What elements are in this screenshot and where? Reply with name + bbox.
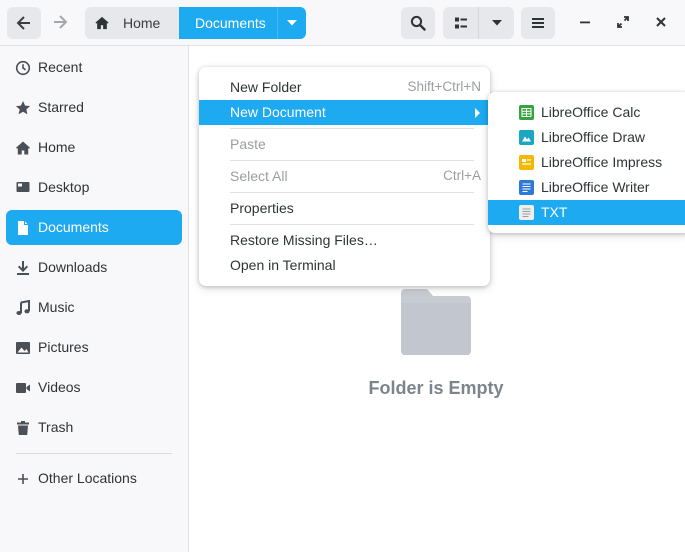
menu-item-label: Select All <box>230 168 288 184</box>
sidebar-item-label: Downloads <box>38 259 108 275</box>
back-button[interactable] <box>7 7 41 39</box>
sidebar-item-recent[interactable]: Recent <box>6 50 182 85</box>
submenu-item-libreoffice-draw[interactable]: LibreOffice Draw <box>488 125 685 150</box>
sidebar-item-label: Documents <box>38 219 109 235</box>
path-home-label: Home <box>123 15 161 31</box>
menu-item-accel: Shift+Ctrl+N <box>407 79 481 94</box>
star-icon <box>15 100 31 116</box>
sidebar-item-label: Home <box>38 139 76 155</box>
submenu-item-libreoffice-calc[interactable]: LibreOffice Calc <box>488 100 685 125</box>
view-options-icon[interactable] <box>479 7 514 39</box>
plus-icon <box>15 471 31 487</box>
video-icon <box>15 380 31 396</box>
chevron-down-icon[interactable] <box>277 7 306 39</box>
forward-icon <box>52 14 68 33</box>
text-document-icon <box>519 180 534 195</box>
menu-separator <box>230 224 474 225</box>
menu-item-label: Properties <box>230 200 294 216</box>
maximize-icon <box>617 15 629 31</box>
menu-item-new-folder[interactable]: New Folder Shift+Ctrl+N <box>199 75 490 100</box>
view-list-icon[interactable] <box>443 7 478 39</box>
search-icon <box>410 15 426 31</box>
music-icon <box>15 299 31 316</box>
submenu-arrow-icon <box>475 108 480 118</box>
sidebar-item-desktop[interactable]: Desktop <box>6 170 182 205</box>
view-toggle-group <box>443 7 514 39</box>
sidebar-item-label: Recent <box>38 59 83 75</box>
search-button[interactable] <box>401 7 435 39</box>
submenu-item-txt[interactable]: TXT <box>488 200 685 225</box>
desktop-icon <box>15 180 31 196</box>
menu-item-open-in-terminal[interactable]: Open in Terminal <box>199 253 490 278</box>
submenu-item-libreoffice-writer[interactable]: LibreOffice Writer <box>488 175 685 200</box>
menu-item-select-all[interactable]: Select All Ctrl+A <box>199 164 490 189</box>
close-icon <box>655 15 667 31</box>
empty-folder-label: Folder is Empty <box>368 378 504 398</box>
sidebar-item-label: Other Locations <box>38 470 137 486</box>
sidebar-item-trash[interactable]: Trash <box>6 410 182 445</box>
menu-item-paste[interactable]: Paste <box>199 132 490 157</box>
sidebar-item-downloads[interactable]: Downloads <box>6 250 182 285</box>
menu-item-accel: Ctrl+A <box>443 168 481 183</box>
submenu-item-label: LibreOffice Impress <box>541 154 663 170</box>
submenu-item-label: TXT <box>541 204 568 220</box>
maximize-button[interactable] <box>607 7 639 39</box>
forward-button[interactable] <box>44 7 76 39</box>
sidebar-item-label: Trash <box>38 419 74 435</box>
spreadsheet-icon <box>519 105 534 120</box>
minimize-button[interactable] <box>569 7 601 39</box>
sidebar-item-label: Videos <box>38 379 81 395</box>
sidebar-item-label: Music <box>38 299 75 315</box>
submenu-item-label: LibreOffice Draw <box>541 129 646 145</box>
menu-item-label: New Document <box>230 104 326 120</box>
menu-item-new-document[interactable]: New Document <box>199 100 490 125</box>
folder-icon <box>401 289 471 355</box>
sidebar: Recent Starred Home Desktop Documents Do… <box>0 46 189 552</box>
text-file-icon <box>519 205 534 220</box>
menu-separator <box>230 160 474 161</box>
sidebar-item-label: Starred <box>38 99 84 115</box>
header-bar: Home Documents <box>0 0 685 46</box>
submenu-item-libreoffice-impress[interactable]: LibreOffice Impress <box>488 150 685 175</box>
menu-item-label: Open in Terminal <box>230 257 336 273</box>
close-button[interactable] <box>645 7 677 39</box>
presentation-icon <box>519 155 534 170</box>
menu-separator <box>230 192 474 193</box>
main-menu-button[interactable] <box>521 7 555 39</box>
back-icon <box>16 15 32 31</box>
submenu-item-label: LibreOffice Calc <box>541 104 641 120</box>
home-icon <box>95 16 109 33</box>
drawing-icon <box>519 130 534 145</box>
trash-icon <box>15 420 31 436</box>
path-bar-home[interactable]: Home <box>85 7 179 39</box>
path-documents-label: Documents <box>195 15 266 31</box>
new-document-submenu: LibreOffice Calc LibreOffice Draw LibreO… <box>488 92 685 233</box>
menu-item-label: Paste <box>230 136 266 152</box>
submenu-item-label: LibreOffice Writer <box>541 179 650 195</box>
menu-item-restore-missing-files[interactable]: Restore Missing Files… <box>199 228 490 253</box>
document-icon <box>15 220 31 236</box>
home-icon <box>15 140 31 156</box>
sidebar-item-documents[interactable]: Documents <box>6 210 182 245</box>
path-bar-documents[interactable]: Documents <box>179 7 306 39</box>
hamburger-menu-icon <box>531 17 545 29</box>
menu-item-label: New Folder <box>230 79 302 95</box>
picture-icon <box>15 340 31 356</box>
clock-icon <box>15 60 31 76</box>
sidebar-item-pictures[interactable]: Pictures <box>6 330 182 365</box>
menu-item-properties[interactable]: Properties <box>199 196 490 221</box>
sidebar-item-starred[interactable]: Starred <box>6 90 182 125</box>
menu-separator <box>230 128 474 129</box>
sidebar-item-videos[interactable]: Videos <box>6 370 182 405</box>
sidebar-item-label: Desktop <box>38 179 90 195</box>
sidebar-item-home[interactable]: Home <box>6 130 182 165</box>
minimize-icon <box>579 15 591 31</box>
sidebar-item-other-locations[interactable]: Other Locations <box>6 461 182 496</box>
context-menu: New Folder Shift+Ctrl+N New Document Pas… <box>199 67 490 286</box>
sidebar-item-label: Pictures <box>38 339 89 355</box>
sidebar-separator <box>16 453 172 454</box>
sidebar-item-music[interactable]: Music <box>6 290 182 325</box>
menu-item-label: Restore Missing Files… <box>230 232 378 248</box>
download-icon <box>15 260 31 276</box>
